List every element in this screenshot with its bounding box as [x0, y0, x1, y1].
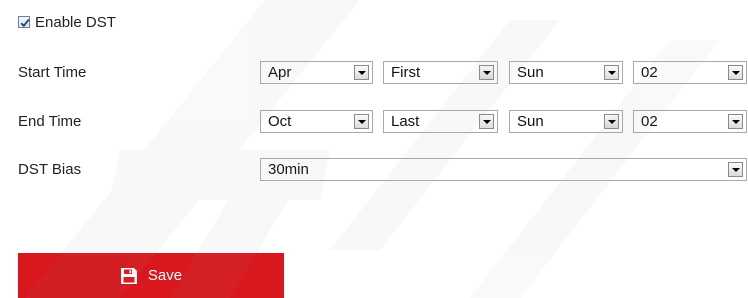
start-week-value: First	[391, 64, 421, 81]
end-time-label: End Time	[18, 113, 82, 130]
floppy-disk-icon	[120, 267, 137, 284]
start-month-value: Apr	[268, 64, 292, 81]
dst-bias-label: DST Bias	[18, 161, 82, 178]
end-hour-select[interactable]: 02	[633, 110, 747, 133]
chevron-down-icon[interactable]	[728, 65, 743, 80]
end-day-select[interactable]: Sun	[509, 110, 623, 133]
chevron-down-icon[interactable]	[728, 114, 743, 129]
start-week-select[interactable]: First	[383, 61, 498, 84]
chevron-down-icon[interactable]	[354, 65, 369, 80]
end-month-select[interactable]: Oct	[260, 110, 373, 133]
chevron-down-icon[interactable]	[604, 65, 619, 80]
start-hour-select[interactable]: 02	[633, 61, 747, 84]
chevron-down-icon[interactable]	[728, 162, 743, 177]
start-day-value: Sun	[517, 64, 544, 81]
checkmark-icon	[20, 19, 30, 28]
chevron-down-icon[interactable]	[354, 114, 369, 129]
chevron-down-icon[interactable]	[479, 65, 494, 80]
chevron-down-icon[interactable]	[479, 114, 494, 129]
save-button-label: Save	[147, 267, 183, 284]
dst-bias-select[interactable]: 30min	[260, 158, 747, 181]
end-hour-value: 02	[641, 113, 658, 130]
enable-dst-label: Enable DST	[35, 13, 116, 31]
end-month-value: Oct	[268, 113, 292, 130]
start-hour-value: 02	[641, 64, 658, 81]
chevron-down-icon[interactable]	[604, 114, 619, 129]
start-day-select[interactable]: Sun	[509, 61, 623, 84]
dst-bias-value: 30min	[268, 161, 309, 178]
end-day-value: Sun	[517, 113, 544, 130]
start-time-label: Start Time	[18, 64, 87, 81]
end-week-value: Last	[391, 113, 420, 130]
save-button[interactable]: Save	[18, 253, 284, 298]
end-week-select[interactable]: Last	[383, 110, 498, 133]
start-month-select[interactable]: Apr	[260, 61, 373, 84]
dst-settings-page: Enable DST Start Time Apr First Sun 02 E…	[0, 0, 748, 298]
enable-dst-checkbox[interactable]	[18, 16, 30, 28]
enable-dst-row[interactable]: Enable DST	[18, 11, 116, 33]
